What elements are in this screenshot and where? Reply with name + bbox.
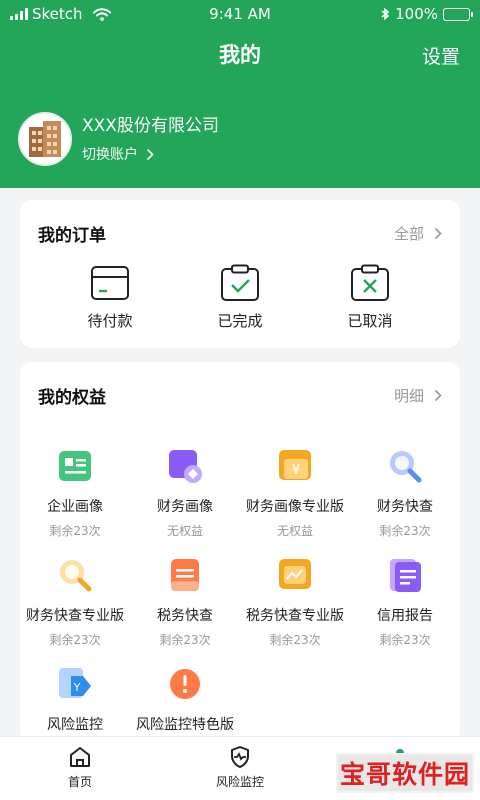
order-cancelled[interactable]: 已取消 xyxy=(315,264,425,331)
tab-risk-monitor[interactable]: 风险监控 xyxy=(160,737,320,800)
finance-profile-icon xyxy=(169,450,202,483)
nav-bar: 我的 设置 xyxy=(0,28,480,80)
benefit-item[interactable]: 信用报告 剩余23次 xyxy=(350,555,460,648)
benefit-item[interactable]: 税务快查专业版 剩余23次 xyxy=(240,555,350,648)
finance-pro-icon: ¥ xyxy=(279,450,311,480)
credit-report-icon xyxy=(390,559,421,592)
benefit-name: 财务快查 xyxy=(377,499,433,515)
benefit-remaining: 无权益 xyxy=(166,524,203,538)
benefit-name: 财务画像 xyxy=(157,499,213,515)
orders-card: 我的订单 全部 待付款 已完成 已取消 xyxy=(20,200,460,348)
orders-all-label: 全部 xyxy=(393,224,424,243)
benefit-remaining: 剩余23次 xyxy=(49,633,101,647)
svg-text:¥: ¥ xyxy=(292,463,300,478)
status-bar: Sketch 9:41 AM 100% xyxy=(0,0,480,28)
tab-label: 首页 xyxy=(67,775,92,789)
benefit-name: 财务画像专业版 xyxy=(246,499,344,515)
benefit-item[interactable]: 税务快查 剩余23次 xyxy=(130,555,240,648)
benefit-remaining: 剩余23次 xyxy=(269,633,321,647)
page-title: 我的 xyxy=(219,43,261,67)
benefit-remaining: 剩余23次 xyxy=(379,524,431,538)
building-icon xyxy=(29,121,61,157)
order-completed[interactable]: 已完成 xyxy=(185,264,295,331)
account-info[interactable]: XXX股份有限公司 切换账户 xyxy=(18,112,219,166)
finance-search-pro-icon xyxy=(60,560,92,592)
header: Sketch 9:41 AM 100% 我的 设置 XXX股份有限公司 切换账户 xyxy=(0,0,480,188)
benefit-item[interactable]: ¥ 财务画像专业版 无权益 xyxy=(240,446,350,539)
home-icon xyxy=(70,747,90,767)
benefit-name: 税务快查专业版 xyxy=(246,608,344,624)
tax-search-pro-icon xyxy=(279,559,311,589)
benefit-item[interactable]: 财务快查专业版 剩余23次 xyxy=(20,555,130,648)
benefits-card: 我的权益 明细 企业画像 剩余23次 财务画像 无权益 ¥ 财务画像专业版 无权… xyxy=(20,362,460,742)
tax-search-icon xyxy=(171,559,199,591)
clipboard-check-icon xyxy=(221,264,259,301)
order-pending[interactable]: 待付款 xyxy=(55,264,165,331)
tab-label: 风险监控 xyxy=(215,775,264,789)
benefit-remaining: 剩余23次 xyxy=(49,524,101,538)
company-name: XXX股份有限公司 xyxy=(82,116,219,136)
benefit-name: 企业画像 xyxy=(47,499,103,515)
benefit-remaining: 无权益 xyxy=(276,524,313,538)
wifi-icon xyxy=(92,7,111,21)
company-profile-icon xyxy=(59,451,91,481)
benefits-title: 我的权益 xyxy=(38,387,106,408)
benefit-item[interactable]: 财务画像 无权益 xyxy=(130,446,240,539)
bluetooth-icon xyxy=(381,7,390,21)
order-label: 已完成 xyxy=(217,312,263,330)
benefit-item[interactable]: Y 风险监控 xyxy=(20,664,130,734)
chevron-right-icon xyxy=(434,227,442,239)
tab-home[interactable]: 首页 xyxy=(0,737,160,800)
settings-button[interactable]: 设置 xyxy=(422,42,460,69)
benefits-detail-label: 明细 xyxy=(393,386,424,405)
benefit-item[interactable]: 企业画像 剩余23次 xyxy=(20,446,130,539)
carrier-name: Sketch xyxy=(32,5,83,23)
finance-search-icon xyxy=(390,451,422,483)
benefits-detail-link[interactable]: 明细 xyxy=(394,385,442,406)
benefit-remaining: 剩余23次 xyxy=(159,633,211,647)
order-label: 待付款 xyxy=(87,312,133,330)
orders-title: 我的订单 xyxy=(38,225,106,246)
wallet-icon xyxy=(91,266,129,300)
switch-account-button[interactable]: 切换账户 xyxy=(82,144,219,164)
benefit-name: 风险监控 xyxy=(47,717,103,733)
risk-monitor-icon: Y xyxy=(59,668,91,698)
benefit-name: 风险监控特色版 xyxy=(136,717,234,733)
battery-icon xyxy=(443,7,473,21)
risk-monitor-special-icon xyxy=(170,669,200,699)
benefit-remaining: 剩余23次 xyxy=(379,633,431,647)
svg-text:Y: Y xyxy=(73,681,81,694)
clipboard-x-icon xyxy=(351,264,389,301)
signal-icon xyxy=(10,8,28,20)
chevron-right-icon xyxy=(146,148,154,160)
watermark: 宝哥软件园 xyxy=(336,753,474,793)
orders-all-link[interactable]: 全部 xyxy=(394,223,442,244)
benefit-name: 财务快查专业版 xyxy=(26,608,124,624)
chevron-right-icon xyxy=(434,389,442,401)
avatar xyxy=(18,112,72,166)
benefit-item[interactable]: 风险监控特色版 xyxy=(130,664,240,734)
switch-account-label: 切换账户 xyxy=(82,147,138,163)
order-label: 已取消 xyxy=(347,312,393,330)
battery-percent: 100% xyxy=(395,5,438,23)
shield-pulse-icon xyxy=(231,746,249,768)
benefit-name: 信用报告 xyxy=(377,608,433,624)
benefit-item[interactable]: 财务快查 剩余23次 xyxy=(350,446,460,539)
benefit-name: 税务快查 xyxy=(157,608,213,624)
